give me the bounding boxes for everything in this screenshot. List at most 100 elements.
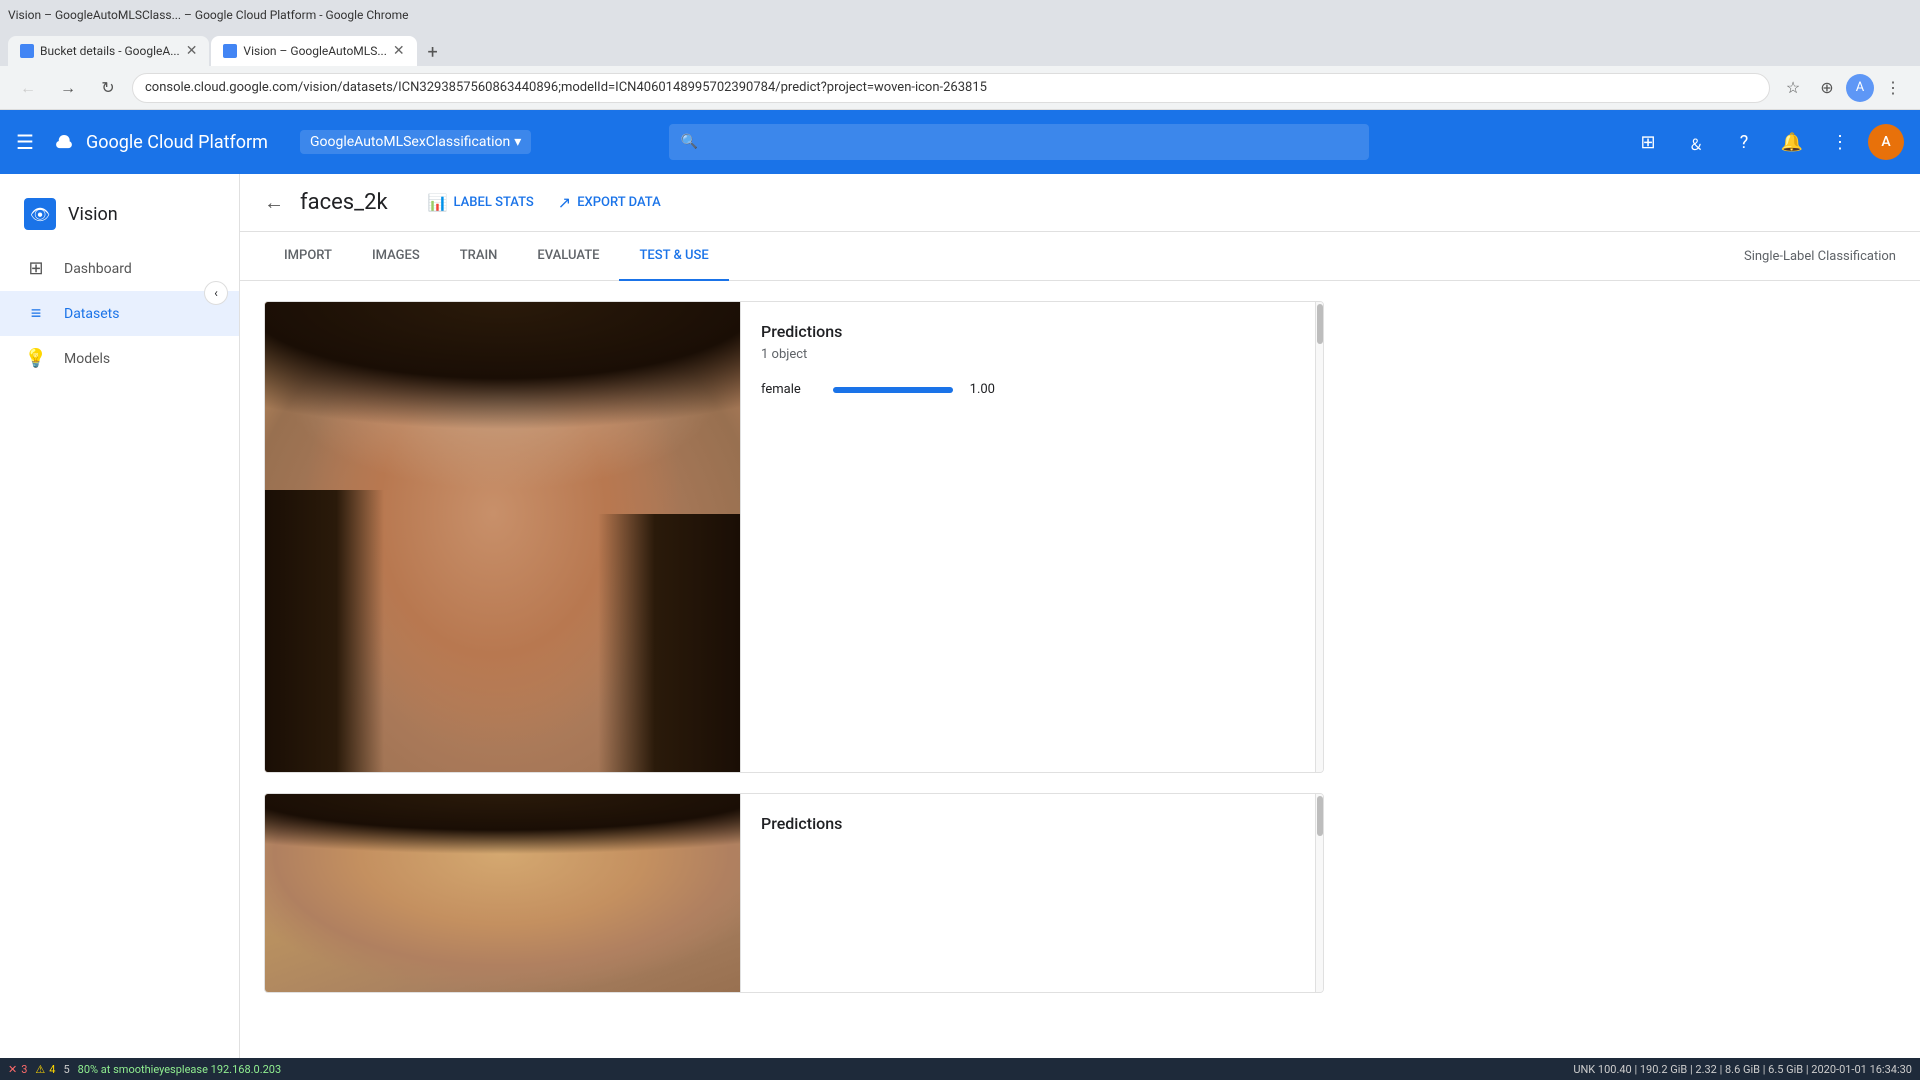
browser-titlebar: Vision – GoogleAutoMLSClass... – Google …	[0, 0, 1920, 30]
label-stats-label: LABEL STATS	[454, 195, 534, 210]
hamburger-menu[interactable]: ☰	[16, 130, 34, 154]
prediction-row-female: female 1.00	[761, 382, 1303, 397]
browser-toolbar: ← → ↻ console.cloud.google.com/vision/da…	[0, 66, 1920, 110]
export-data-button[interactable]: ↗ EXPORT DATA	[558, 193, 661, 212]
scroll-thumb-2	[1317, 796, 1323, 836]
gcp-topnav: ☰ Google Cloud Platform GoogleAutoMLSexC…	[0, 110, 1920, 174]
tab2-close[interactable]: ✕	[393, 43, 405, 59]
error-icon: ✕	[8, 1063, 17, 1076]
warning-icon: ⚠	[35, 1063, 45, 1076]
tab-import[interactable]: IMPORT	[264, 232, 352, 281]
face-image-overlay	[265, 302, 740, 772]
notifications-icon[interactable]: 🔔	[1772, 122, 1812, 162]
hair-right	[598, 514, 741, 773]
datasets-icon: ≡	[24, 303, 48, 324]
hair-top-2	[265, 794, 740, 894]
zoom-icon[interactable]: ⊕	[1812, 73, 1842, 103]
tab2-favicon	[223, 44, 237, 58]
browser-title: Vision – GoogleAutoMLSClass... – Google …	[8, 8, 408, 22]
dashboard-icon: ⊞	[24, 258, 48, 279]
more-options-icon[interactable]: ⋮	[1820, 122, 1860, 162]
sidebar-item-dashboard[interactable]: ⊞ Dashboard	[0, 246, 239, 291]
topnav-actions: ⊞ ﹠ ? 🔔 ⋮ A	[1628, 122, 1904, 162]
sidebar-item-models[interactable]: 💡 Models	[0, 336, 239, 381]
new-tab-button[interactable]: +	[419, 38, 447, 66]
browser-user-avatar[interactable]: A	[1846, 74, 1874, 102]
reload-button[interactable]: ↻	[92, 72, 124, 104]
export-data-label: EXPORT DATA	[577, 195, 661, 210]
prediction-value-female: 1.00	[965, 382, 995, 397]
status-right-text: UNK 100.40 | 190.2 GiB | 2.32 | 8.6 GiB …	[1573, 1063, 1912, 1076]
prediction-label-female: female	[761, 382, 821, 397]
help-icon[interactable]: ?	[1724, 122, 1764, 162]
prediction-scrollbar-1[interactable]	[1315, 302, 1323, 772]
tab-train[interactable]: TRAIN	[440, 232, 518, 281]
tab-evaluate[interactable]: EVALUATE	[517, 232, 619, 281]
hair-top	[265, 302, 740, 514]
status-bar: ✕ 3 ⚠ 4 5 80% at smoothieyesplease 192.1…	[0, 1058, 1920, 1080]
sidebar-product-header: 👁 Vision	[0, 182, 239, 246]
gcp-search-bar[interactable]: 🔍	[669, 124, 1369, 160]
tabs-bar: IMPORT IMAGES TRAIN EVALUATE TEST & USE …	[240, 232, 1920, 281]
address-bar[interactable]: console.cloud.google.com/vision/datasets…	[132, 73, 1770, 103]
prediction-panel-2: Predictions	[740, 794, 1323, 992]
content-area: ← faces_2k 📊 LABEL STATS ↗ EXPORT DATA I…	[240, 174, 1920, 1080]
sidebar: 👁 Vision ⊞ Dashboard ≡ Datasets 💡 Models…	[0, 174, 240, 1080]
address-text: console.cloud.google.com/vision/datasets…	[145, 80, 987, 95]
main-layout: 👁 Vision ⊞ Dashboard ≡ Datasets 💡 Models…	[0, 174, 1920, 1080]
warning-count: ⚠ 4	[35, 1063, 55, 1076]
gcp-user-avatar[interactable]: A	[1868, 124, 1904, 160]
status-right-info: UNK 100.40 | 190.2 GiB | 2.32 | 8.6 GiB …	[1573, 1063, 1912, 1076]
content-body: Predictions 1 object female 1.00	[240, 281, 1920, 1033]
tab1-favicon	[20, 44, 34, 58]
sidebar-collapse-button[interactable]: ‹	[204, 281, 228, 305]
prediction-bar-female	[833, 387, 953, 393]
sidebar-item-label-dashboard: Dashboard	[64, 261, 132, 277]
status-network: 80% at smoothieyesplease 192.168.0.203	[78, 1063, 282, 1076]
vision-product-icon: 👁	[24, 198, 56, 230]
project-name: GoogleAutoMLSexClassification	[310, 134, 510, 150]
header-actions: 📊 LABEL STATS ↗ EXPORT DATA	[428, 193, 661, 212]
error-count: ✕ 3	[8, 1063, 27, 1076]
project-selector[interactable]: GoogleAutoMLSexClassification ▾	[300, 130, 531, 154]
gcp-cloud-icon	[50, 128, 78, 156]
hair-left	[265, 490, 384, 772]
prediction-scrollbar-2[interactable]	[1315, 794, 1323, 992]
browser-tab-1[interactable]: Bucket details - GoogleA... ✕	[8, 36, 209, 66]
toolbar-actions: ☆ ⊕ A ⋮	[1778, 73, 1908, 103]
prediction-panel-1: Predictions 1 object female 1.00	[740, 302, 1323, 772]
scroll-thumb-1	[1317, 304, 1323, 344]
sidebar-item-label-datasets: Datasets	[64, 306, 119, 322]
export-icon: ↗	[558, 193, 571, 212]
prediction-image-2	[265, 794, 740, 993]
gcp-logo-text: Google Cloud Platform	[86, 132, 268, 153]
gcp-logo-area: Google Cloud Platform	[50, 128, 268, 156]
prediction-count-1: 1 object	[761, 347, 1303, 362]
back-button[interactable]: ←	[12, 72, 44, 104]
tab1-close[interactable]: ✕	[186, 43, 198, 59]
prediction-bar-fill-female	[833, 387, 953, 393]
product-name: Vision	[68, 204, 118, 225]
dataset-header: ← faces_2k 📊 LABEL STATS ↗ EXPORT DATA	[240, 174, 1920, 232]
sidebar-item-datasets[interactable]: ≡ Datasets	[0, 291, 239, 336]
label-stats-icon: 📊	[428, 193, 448, 212]
tab2-label: Vision – GoogleAutoMLS...	[243, 44, 386, 58]
search-icon: 🔍	[681, 134, 698, 150]
prediction-title-2: Predictions	[761, 814, 1303, 833]
sidebar-item-label-models: Models	[64, 351, 110, 367]
browser-tab-2[interactable]: Vision – GoogleAutoMLS... ✕	[211, 36, 416, 66]
forward-button[interactable]: →	[52, 72, 84, 104]
tab-test-use[interactable]: TEST & USE	[619, 232, 728, 281]
label-stats-button[interactable]: 📊 LABEL STATS	[428, 193, 534, 212]
bookmark-icon[interactable]: ☆	[1778, 73, 1808, 103]
back-arrow[interactable]: ←	[264, 190, 284, 215]
prediction-image-1	[265, 302, 740, 772]
tab1-label: Bucket details - GoogleA...	[40, 44, 180, 58]
apps-icon[interactable]: ⊞	[1628, 122, 1668, 162]
cloud-shell-icon[interactable]: ﹠	[1676, 122, 1716, 162]
browser-tabbar: Bucket details - GoogleA... ✕ Vision – G…	[0, 30, 1920, 66]
tab-images[interactable]: IMAGES	[352, 232, 440, 281]
info-count: 5	[63, 1063, 69, 1076]
classification-type-label: Single-Label Classification	[1744, 249, 1896, 264]
menu-icon[interactable]: ⋮	[1878, 73, 1908, 103]
